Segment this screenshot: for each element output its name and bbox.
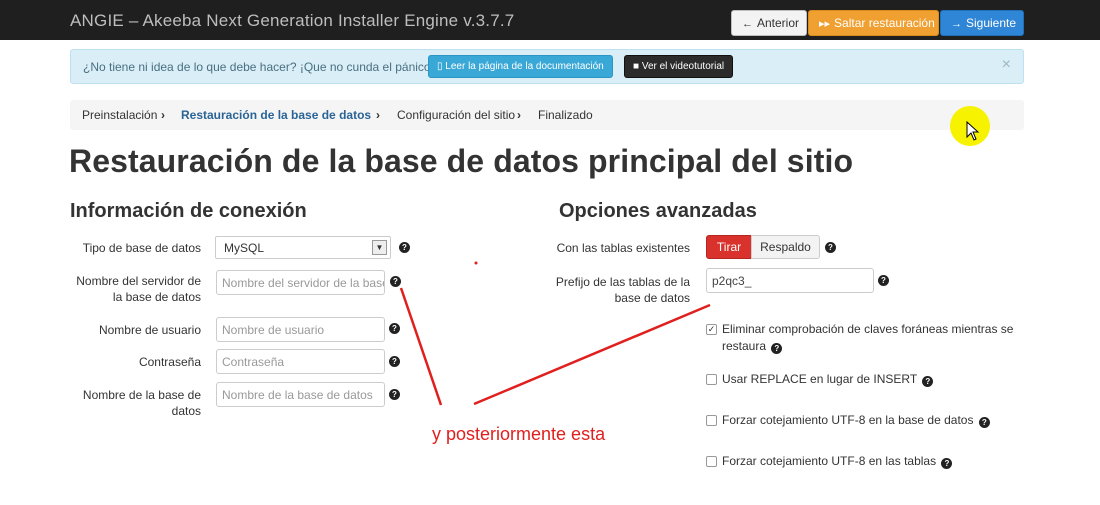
annotation-line-left: [399, 287, 443, 406]
annotation-dot: [474, 261, 478, 265]
annotation-line-right: [473, 303, 711, 406]
annotation-text: y posteriormente esta: [432, 424, 606, 444]
mouse-cursor-icon: [966, 121, 980, 141]
